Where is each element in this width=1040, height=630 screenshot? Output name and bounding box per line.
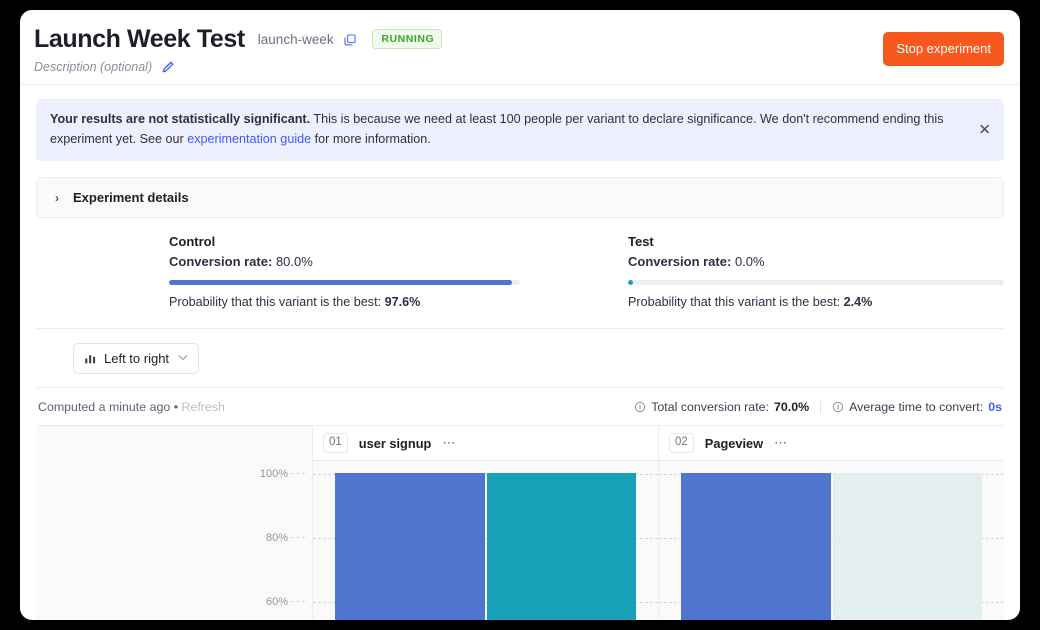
experimentation-guide-link[interactable]: experimentation guide [187,132,311,146]
average-time-to-convert-label: Average time to convert: [849,400,983,414]
info-icon[interactable] [634,401,646,413]
probability-value: 97.6% [385,295,421,309]
experiment-page-card: Launch Week Test launch-week RUNNING Des… [20,10,1020,620]
average-time-to-convert-metric: Average time to convert: 0s [821,400,1002,414]
refresh-button[interactable]: Refresh [182,400,225,414]
step-number: 01 [323,433,348,453]
variant-probability-bar-fill [628,280,633,285]
y-axis-tick: 60% [266,596,305,608]
header-title-row: Launch Week Test launch-week RUNNING [34,24,1004,54]
close-icon[interactable]: ✕ [978,123,991,138]
total-conversion-rate-value: 70.0% [774,400,809,414]
probability-label: Probability that this variant is the bes… [628,295,840,309]
conversion-rate-value: 80.0% [276,254,313,269]
banner-bold-lead: Your results are not statistically signi… [50,112,310,126]
description-placeholder: Description (optional) [34,60,152,74]
variant-conversion-rate: Conversion rate: 80.0% [169,254,520,269]
info-icon[interactable] [832,401,844,413]
page-title: Launch Week Test [34,24,245,54]
variant-probability-text: Probability that this variant is the bes… [169,295,520,309]
status-badge: RUNNING [372,29,442,49]
significance-banner: Your results are not statistically signi… [36,99,1004,161]
funnel-step-header: 02 Pageview ⋯ [659,426,1004,461]
variant-control: Control Conversion rate: 80.0% Probabili… [36,234,520,309]
variant-probability-bar-fill [169,280,512,285]
chart-metrics: Total conversion rate: 70.0% Average tim… [623,400,1002,414]
step-menu-icon[interactable]: ⋯ [442,435,456,451]
bar-control[interactable] [335,473,485,620]
bar-chart-icon [84,352,97,365]
stop-experiment-button[interactable]: Stop experiment [883,32,1004,66]
feature-flag-key: launch-week [258,32,358,47]
variant-conversion-rate: Conversion rate: 0.0% [628,254,1004,269]
funnel-chart: 100% 80% 60% 01 user signup ⋯ 02 Pageview ⋯ [36,425,1004,620]
variant-probability-text: Probability that this variant is the bes… [628,295,1004,309]
funnel-step-plot [313,461,658,620]
funnel-step-column: 01 user signup ⋯ [313,426,659,620]
layout-direction-label: Left to right [104,351,169,366]
chart-y-axis-panel: 100% 80% 60% [36,426,313,620]
total-conversion-rate-metric: Total conversion rate: 70.0% [623,400,820,414]
funnel-step-plot [659,461,1004,620]
header-description-row: Description (optional) [34,60,1004,74]
feature-flag-label: launch-week [258,32,334,47]
bar-control[interactable] [681,473,831,620]
funnel-chart-panel: Computed a minute ago • Refresh Total co… [36,387,1004,620]
step-number: 02 [669,433,694,453]
variant-summary-row: Control Conversion rate: 80.0% Probabili… [20,234,1020,309]
variant-name: Control [169,234,520,249]
variant-name: Test [628,234,1004,249]
chart-meta-row: Computed a minute ago • Refresh Total co… [36,400,1004,425]
y-axis-tick: 100% [260,468,305,480]
copy-icon[interactable] [343,33,357,47]
bar-test[interactable] [833,473,983,620]
computed-status: Computed a minute ago • Refresh [38,400,225,414]
step-name: Pageview [705,436,763,451]
bar-group [313,461,658,620]
conversion-rate-value: 0.0% [735,254,765,269]
meta-separator: • [174,400,178,414]
total-conversion-rate-label: Total conversion rate: [651,400,769,414]
probability-value: 2.4% [844,295,873,309]
step-menu-icon[interactable]: ⋯ [774,435,788,451]
chevron-down-icon [178,353,188,364]
average-time-to-convert-value: 0s [988,400,1002,414]
experiment-details-accordion[interactable]: › Experiment details [36,177,1004,218]
y-axis-tick: 80% [266,532,305,544]
funnel-steps: 01 user signup ⋯ 02 Pageview ⋯ [313,426,1004,620]
variant-test: Test Conversion rate: 0.0% Probability t… [520,234,1004,309]
conversion-rate-label: Conversion rate: [628,254,731,269]
pencil-icon[interactable] [161,60,175,74]
variant-probability-bar [628,280,1004,285]
funnel-step-header: 01 user signup ⋯ [313,426,658,461]
banner-text-2: for more information. [311,132,431,146]
step-name: user signup [359,436,432,451]
chevron-right-icon: › [55,191,59,205]
probability-label: Probability that this variant is the bes… [169,295,381,309]
bar-test[interactable] [487,473,637,620]
computed-time: Computed a minute ago [38,400,170,414]
funnel-step-column: 02 Pageview ⋯ [659,426,1004,620]
bar-group [659,461,1004,620]
page-header: Launch Week Test launch-week RUNNING Des… [20,10,1020,85]
experiment-details-label: Experiment details [73,190,189,205]
variant-probability-bar [169,280,520,285]
layout-direction-dropdown[interactable]: Left to right [73,343,199,374]
chart-toolbar: Left to right [36,328,1004,387]
conversion-rate-label: Conversion rate: [169,254,272,269]
